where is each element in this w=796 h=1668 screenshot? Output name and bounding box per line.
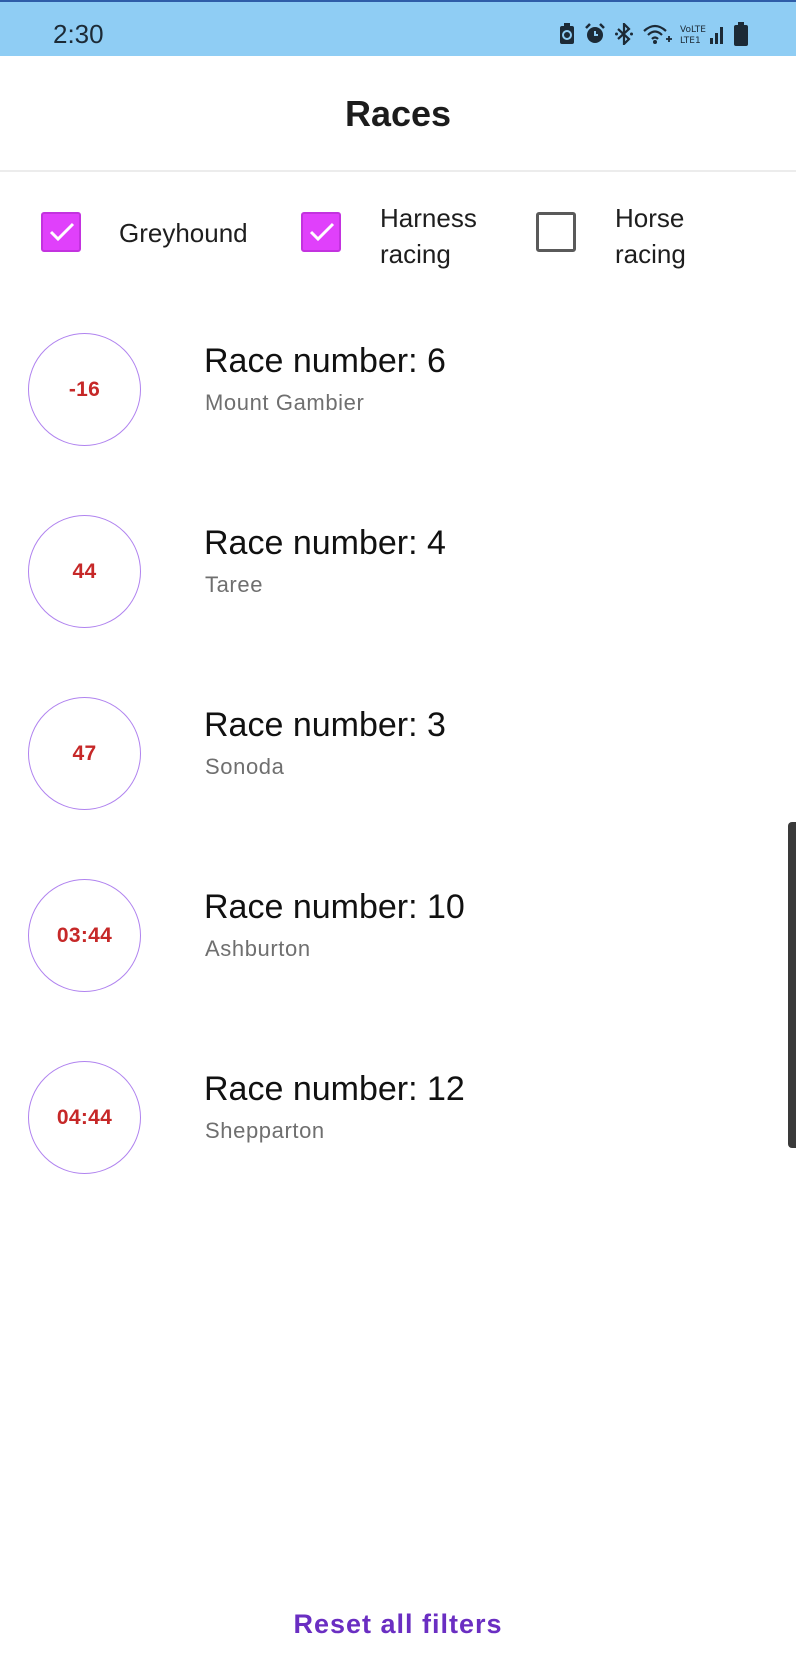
page-title: Races	[344, 93, 452, 134]
countdown-badge: 44	[28, 515, 141, 628]
countdown-badge: 03:44	[28, 879, 141, 992]
race-venue: Sonoda	[205, 754, 285, 779]
status-icons: VoLTE LTE1	[558, 22, 748, 46]
race-list-item[interactable]: 44 Race number: 4 Taree	[0, 512, 786, 634]
status-bar: 2:30 VoLTE LTE1	[0, 0, 796, 56]
countdown-text: 44	[72, 559, 97, 583]
countdown-badge: 47	[28, 697, 141, 810]
race-venue: Taree	[205, 572, 264, 597]
filter-harness-racing[interactable]: Harness racing	[290, 172, 510, 292]
countdown-text: -16	[68, 377, 101, 401]
race-title: Race number: 4	[204, 524, 446, 562]
signal-icon: VoLTE LTE1	[680, 22, 726, 46]
check-icon	[49, 222, 75, 242]
battery-icon	[734, 22, 748, 46]
countdown-badge: 04:44	[28, 1061, 141, 1174]
harness-racing-checkbox[interactable]	[301, 212, 341, 252]
countdown-text: 03:44	[56, 923, 113, 947]
wifi-icon	[642, 23, 672, 45]
greyhound-label: Greyhound	[119, 218, 248, 248]
race-venue: Ashburton	[205, 936, 311, 961]
race-list-item[interactable]: -16 Race number: 6 Mount Gambier	[0, 330, 786, 452]
alarm-icon	[584, 23, 606, 45]
category-filters: Greyhound Harness racing Horse racing	[0, 172, 796, 292]
race-venue: Shepparton	[205, 1118, 325, 1143]
race-venue: Mount Gambier	[205, 390, 365, 415]
filter-horse-racing[interactable]: Horse racing	[525, 172, 725, 292]
race-title: Race number: 12	[204, 1070, 465, 1108]
check-icon	[309, 222, 335, 242]
reset-filters-button[interactable]: Reset all filters	[0, 1596, 796, 1652]
countdown-text: 04:44	[56, 1105, 113, 1129]
battery-saver-icon	[558, 23, 576, 45]
bluetooth-icon	[614, 23, 634, 45]
filter-greyhound[interactable]: Greyhound	[0, 172, 270, 292]
svg-text:LTE1: LTE1	[680, 36, 701, 46]
greyhound-checkbox[interactable]	[41, 212, 81, 252]
countdown-text: 47	[72, 741, 97, 765]
horse-racing-label: Horse racing	[615, 203, 686, 269]
svg-text:VoLTE: VoLTE	[680, 25, 706, 35]
status-time: 2:30	[53, 19, 104, 49]
race-title: Race number: 10	[204, 888, 465, 926]
race-list-item[interactable]: 03:44 Race number: 10 Ashburton	[0, 876, 786, 998]
race-title: Race number: 3	[204, 706, 446, 744]
app-bar: Races	[0, 56, 796, 172]
race-title: Race number: 6	[204, 342, 446, 380]
race-list-item[interactable]: 47 Race number: 3 Sonoda	[0, 694, 786, 816]
horse-racing-checkbox[interactable]	[536, 212, 576, 252]
harness-racing-label: Harness racing	[380, 203, 477, 269]
scrollbar-thumb[interactable]	[788, 822, 796, 1148]
countdown-badge: -16	[28, 333, 141, 446]
race-list-item[interactable]: 04:44 Race number: 12 Shepparton	[0, 1058, 786, 1180]
